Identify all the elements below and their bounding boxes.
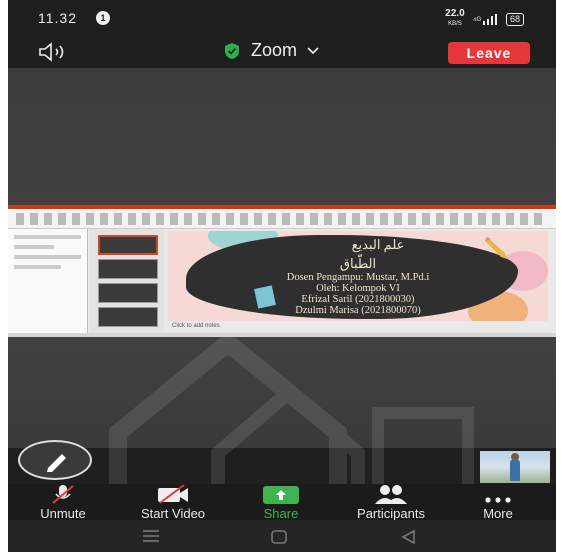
status-bar: 11.32 1 22.0 KB/S ⁴ᴳ 68 — [8, 0, 556, 34]
leave-button[interactable]: Leave — [448, 42, 530, 64]
more-dots-icon — [485, 497, 511, 503]
meeting-header: Zoom Leave — [8, 36, 556, 68]
slide-thumbnail — [98, 307, 158, 327]
meeting-title-dropdown[interactable]: Zoom — [223, 40, 319, 61]
slide-thumbnail — [98, 259, 158, 279]
meeting-title: Zoom — [251, 40, 298, 60]
pencil-icon — [47, 454, 66, 472]
battery-icon: 68 — [505, 12, 524, 26]
slide-thumbnail — [98, 235, 158, 255]
recents-icon[interactable] — [140, 529, 162, 543]
notes-bar: Click to add notes — [168, 321, 548, 331]
book-icon — [254, 285, 276, 309]
more-button[interactable]: More — [448, 484, 548, 521]
powerpoint-ribbon — [8, 205, 556, 229]
self-video-thumbnail[interactable] — [480, 451, 550, 483]
pencil-icon — [485, 237, 507, 259]
video-stage: علم البديع الطّباق Dosen Pengampu: Musta… — [8, 68, 556, 523]
annotate-button[interactable] — [18, 440, 92, 480]
participants-button[interactable]: Participants — [341, 484, 441, 521]
clock: 11.32 — [38, 10, 77, 26]
network-speed: 22.0 KB/S — [445, 8, 465, 28]
muted-mic-icon — [52, 485, 74, 504]
share-screen-icon — [263, 486, 299, 504]
shield-icon — [225, 42, 239, 59]
slide-thumbnail — [98, 283, 158, 303]
outline-pane — [8, 229, 88, 333]
participants-icon — [375, 485, 407, 504]
chevron-down-icon — [307, 46, 319, 54]
back-icon[interactable] — [400, 529, 418, 545]
signal-icon: ⁴ᴳ — [473, 13, 498, 25]
android-nav-bar — [8, 520, 556, 552]
video-off-icon — [158, 484, 188, 504]
slide-canvas: علم البديع الطّباق Dosen Pengampu: Musta… — [168, 231, 548, 321]
unmute-button[interactable]: Unmute — [13, 484, 113, 521]
home-icon[interactable] — [270, 529, 288, 545]
status-indicators: 22.0 KB/S ⁴ᴳ 68 — [445, 9, 524, 29]
speaker-icon[interactable] — [38, 42, 78, 62]
start-video-button[interactable]: Start Video — [123, 484, 223, 521]
zoom-meeting-screen: 11.32 1 22.0 KB/S ⁴ᴳ 68 Zoom Leave علم ا… — [8, 0, 556, 552]
share-button[interactable]: Share — [231, 484, 331, 521]
meeting-controls: Unmute Start Video Share Participants Mo… — [8, 484, 556, 521]
notification-badge: 1 — [96, 11, 110, 25]
slide-thumbnails — [90, 229, 164, 333]
shared-screen: علم البديع الطّباق Dosen Pengampu: Musta… — [8, 205, 556, 337]
